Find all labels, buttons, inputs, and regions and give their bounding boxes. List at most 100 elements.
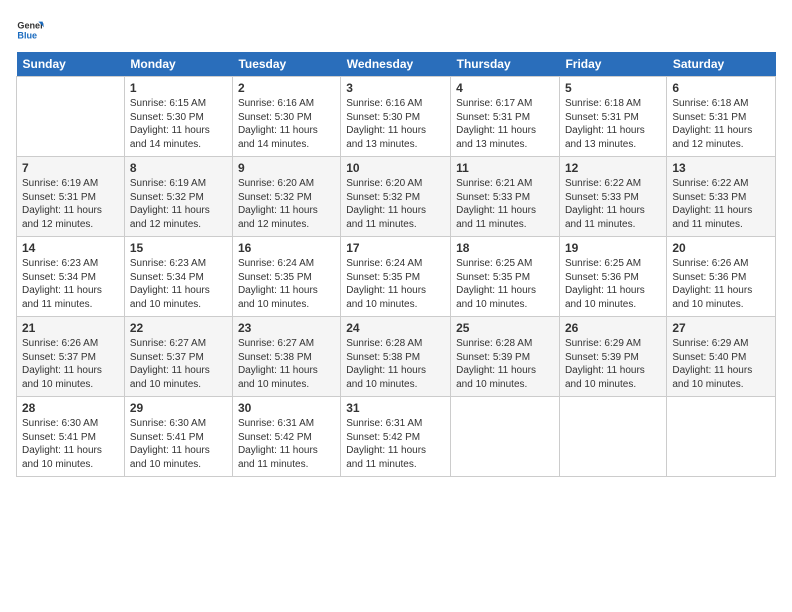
calendar-cell: 7 Sunrise: 6:19 AMSunset: 5:31 PMDaylight… bbox=[17, 157, 125, 237]
week-row-5: 28 Sunrise: 6:30 AMSunset: 5:41 PMDayligh… bbox=[17, 397, 776, 477]
calendar-cell bbox=[667, 397, 776, 477]
day-info: Sunrise: 6:25 AMSunset: 5:36 PMDaylight:… bbox=[565, 257, 661, 311]
calendar-cell: 22 Sunrise: 6:27 AMSunset: 5:37 PMDayligh… bbox=[124, 317, 232, 397]
day-info: Sunrise: 6:27 AMSunset: 5:38 PMDaylight:… bbox=[238, 337, 335, 391]
calendar-cell: 18 Sunrise: 6:25 AMSunset: 5:35 PMDayligh… bbox=[451, 237, 560, 317]
day-info: Sunrise: 6:24 AMSunset: 5:35 PMDaylight:… bbox=[238, 257, 335, 311]
calendar-cell: 23 Sunrise: 6:27 AMSunset: 5:38 PMDayligh… bbox=[232, 317, 340, 397]
day-info: Sunrise: 6:16 AMSunset: 5:30 PMDaylight:… bbox=[346, 97, 445, 151]
calendar-cell: 26 Sunrise: 6:29 AMSunset: 5:39 PMDayligh… bbox=[559, 317, 666, 397]
calendar-cell: 8 Sunrise: 6:19 AMSunset: 5:32 PMDaylight… bbox=[124, 157, 232, 237]
day-info: Sunrise: 6:19 AMSunset: 5:31 PMDaylight:… bbox=[22, 177, 119, 231]
day-info: Sunrise: 6:15 AMSunset: 5:30 PMDaylight:… bbox=[130, 97, 227, 151]
calendar-cell: 17 Sunrise: 6:24 AMSunset: 5:35 PMDayligh… bbox=[341, 237, 451, 317]
day-info: Sunrise: 6:28 AMSunset: 5:39 PMDaylight:… bbox=[456, 337, 554, 391]
day-number: 29 bbox=[130, 401, 227, 415]
calendar-cell: 5 Sunrise: 6:18 AMSunset: 5:31 PMDaylight… bbox=[559, 77, 666, 157]
day-info: Sunrise: 6:29 AMSunset: 5:39 PMDaylight:… bbox=[565, 337, 661, 391]
day-number: 18 bbox=[456, 241, 554, 255]
day-number: 6 bbox=[672, 81, 770, 95]
day-info: Sunrise: 6:27 AMSunset: 5:37 PMDaylight:… bbox=[130, 337, 227, 391]
week-row-4: 21 Sunrise: 6:26 AMSunset: 5:37 PMDayligh… bbox=[17, 317, 776, 397]
calendar-cell: 21 Sunrise: 6:26 AMSunset: 5:37 PMDayligh… bbox=[17, 317, 125, 397]
calendar-cell: 27 Sunrise: 6:29 AMSunset: 5:40 PMDayligh… bbox=[667, 317, 776, 397]
day-number: 15 bbox=[130, 241, 227, 255]
day-info: Sunrise: 6:19 AMSunset: 5:32 PMDaylight:… bbox=[130, 177, 227, 231]
day-number: 10 bbox=[346, 161, 445, 175]
day-number: 23 bbox=[238, 321, 335, 335]
day-info: Sunrise: 6:30 AMSunset: 5:41 PMDaylight:… bbox=[22, 417, 119, 471]
calendar-cell: 19 Sunrise: 6:25 AMSunset: 5:36 PMDayligh… bbox=[559, 237, 666, 317]
day-number: 19 bbox=[565, 241, 661, 255]
weekday-header-sunday: Sunday bbox=[17, 52, 125, 77]
week-row-3: 14 Sunrise: 6:23 AMSunset: 5:34 PMDayligh… bbox=[17, 237, 776, 317]
weekday-header-tuesday: Tuesday bbox=[232, 52, 340, 77]
calendar-cell: 3 Sunrise: 6:16 AMSunset: 5:30 PMDaylight… bbox=[341, 77, 451, 157]
day-info: Sunrise: 6:18 AMSunset: 5:31 PMDaylight:… bbox=[565, 97, 661, 151]
day-number: 22 bbox=[130, 321, 227, 335]
calendar-cell: 4Sunrise: 6:17 AMSunset: 5:31 PMDaylight… bbox=[451, 77, 560, 157]
weekday-header-wednesday: Wednesday bbox=[341, 52, 451, 77]
day-number: 8 bbox=[130, 161, 227, 175]
calendar-cell: 24Sunrise: 6:28 AMSunset: 5:38 PMDayligh… bbox=[341, 317, 451, 397]
calendar-cell: 2 Sunrise: 6:16 AMSunset: 5:30 PMDaylight… bbox=[232, 77, 340, 157]
day-info: Sunrise: 6:28 AMSunset: 5:38 PMDaylight:… bbox=[346, 337, 445, 391]
calendar-cell: 11 Sunrise: 6:21 AMSunset: 5:33 PMDayligh… bbox=[451, 157, 560, 237]
day-info: Sunrise: 6:26 AMSunset: 5:36 PMDaylight:… bbox=[672, 257, 770, 311]
day-number: 17 bbox=[346, 241, 445, 255]
day-number: 14 bbox=[22, 241, 119, 255]
week-row-2: 7 Sunrise: 6:19 AMSunset: 5:31 PMDaylight… bbox=[17, 157, 776, 237]
logo: General Blue bbox=[16, 16, 46, 44]
day-number: 9 bbox=[238, 161, 335, 175]
day-info: Sunrise: 6:31 AMSunset: 5:42 PMDaylight:… bbox=[346, 417, 445, 471]
calendar-cell: 10Sunrise: 6:20 AMSunset: 5:32 PMDayligh… bbox=[341, 157, 451, 237]
day-number: 5 bbox=[565, 81, 661, 95]
calendar-table: SundayMondayTuesdayWednesdayThursdayFrid… bbox=[16, 52, 776, 477]
day-number: 20 bbox=[672, 241, 770, 255]
svg-text:Blue: Blue bbox=[17, 30, 37, 40]
day-info: Sunrise: 6:20 AMSunset: 5:32 PMDaylight:… bbox=[238, 177, 335, 231]
day-number: 13 bbox=[672, 161, 770, 175]
calendar-cell: 9 Sunrise: 6:20 AMSunset: 5:32 PMDaylight… bbox=[232, 157, 340, 237]
day-number: 26 bbox=[565, 321, 661, 335]
calendar-cell: 29Sunrise: 6:30 AMSunset: 5:41 PMDayligh… bbox=[124, 397, 232, 477]
day-number: 2 bbox=[238, 81, 335, 95]
calendar-cell: 25Sunrise: 6:28 AMSunset: 5:39 PMDayligh… bbox=[451, 317, 560, 397]
calendar-cell: 20 Sunrise: 6:26 AMSunset: 5:36 PMDayligh… bbox=[667, 237, 776, 317]
day-info: Sunrise: 6:24 AMSunset: 5:35 PMDaylight:… bbox=[346, 257, 445, 311]
day-info: Sunrise: 6:21 AMSunset: 5:33 PMDaylight:… bbox=[456, 177, 554, 231]
day-number: 7 bbox=[22, 161, 119, 175]
day-number: 3 bbox=[346, 81, 445, 95]
weekday-header-row: SundayMondayTuesdayWednesdayThursdayFrid… bbox=[17, 52, 776, 77]
day-info: Sunrise: 6:31 AMSunset: 5:42 PMDaylight:… bbox=[238, 417, 335, 471]
day-info: Sunrise: 6:22 AMSunset: 5:33 PMDaylight:… bbox=[672, 177, 770, 231]
calendar-cell: 1 Sunrise: 6:15 AMSunset: 5:30 PMDaylight… bbox=[124, 77, 232, 157]
calendar-cell: 14Sunrise: 6:23 AMSunset: 5:34 PMDayligh… bbox=[17, 237, 125, 317]
calendar-cell bbox=[451, 397, 560, 477]
day-number: 4 bbox=[456, 81, 554, 95]
day-number: 11 bbox=[456, 161, 554, 175]
day-info: Sunrise: 6:29 AMSunset: 5:40 PMDaylight:… bbox=[672, 337, 770, 391]
day-info: Sunrise: 6:16 AMSunset: 5:30 PMDaylight:… bbox=[238, 97, 335, 151]
day-number: 31 bbox=[346, 401, 445, 415]
calendar-cell: 12Sunrise: 6:22 AMSunset: 5:33 PMDayligh… bbox=[559, 157, 666, 237]
day-info: Sunrise: 6:22 AMSunset: 5:33 PMDaylight:… bbox=[565, 177, 661, 231]
day-number: 28 bbox=[22, 401, 119, 415]
day-number: 30 bbox=[238, 401, 335, 415]
day-info: Sunrise: 6:26 AMSunset: 5:37 PMDaylight:… bbox=[22, 337, 119, 391]
logo-icon: General Blue bbox=[16, 16, 44, 44]
calendar-cell: 28 Sunrise: 6:30 AMSunset: 5:41 PMDayligh… bbox=[17, 397, 125, 477]
weekday-header-monday: Monday bbox=[124, 52, 232, 77]
day-number: 21 bbox=[22, 321, 119, 335]
day-number: 27 bbox=[672, 321, 770, 335]
page-container: General Blue SundayMondayTu bbox=[0, 0, 792, 485]
day-number: 16 bbox=[238, 241, 335, 255]
day-number: 1 bbox=[130, 81, 227, 95]
day-info: Sunrise: 6:18 AMSunset: 5:31 PMDaylight:… bbox=[672, 97, 770, 151]
weekday-header-friday: Friday bbox=[559, 52, 666, 77]
day-info: Sunrise: 6:23 AMSunset: 5:34 PMDaylight:… bbox=[130, 257, 227, 311]
day-info: Sunrise: 6:25 AMSunset: 5:35 PMDaylight:… bbox=[456, 257, 554, 311]
calendar-cell: 30 Sunrise: 6:31 AMSunset: 5:42 PMDayligh… bbox=[232, 397, 340, 477]
week-row-1: 1 Sunrise: 6:15 AMSunset: 5:30 PMDaylight… bbox=[17, 77, 776, 157]
calendar-cell bbox=[17, 77, 125, 157]
